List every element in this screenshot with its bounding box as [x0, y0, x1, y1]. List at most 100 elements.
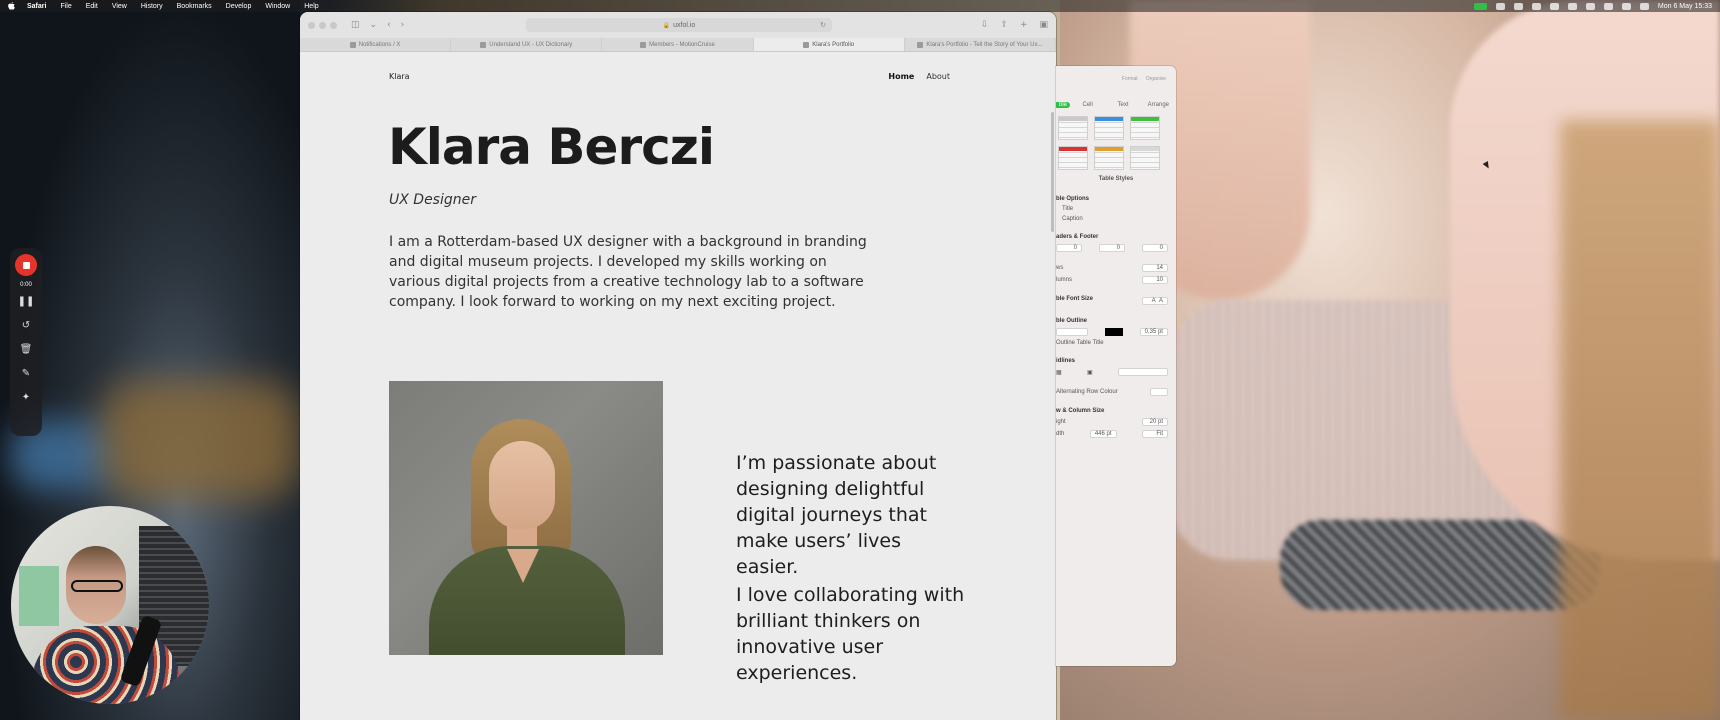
menu-bar-clock[interactable]: Mon 6 May 15:33 [1658, 3, 1712, 10]
table-style-swatch[interactable] [1058, 146, 1088, 170]
page-scrollbar[interactable] [1051, 112, 1054, 232]
dropbox-icon[interactable] [1513, 2, 1523, 10]
tab-members[interactable]: Members - MotionCruise [602, 38, 754, 51]
sidebar-icon[interactable]: ◫ [351, 20, 360, 30]
header-rows-stepper[interactable]: 0 [1056, 244, 1082, 252]
menu-file[interactable]: File [60, 3, 71, 10]
webcam-bubble[interactable] [11, 506, 209, 704]
menu-bar-status-area: Mon 6 May 15:33 [1473, 2, 1712, 10]
nav-about-link[interactable]: About [926, 72, 950, 81]
site-brand-link[interactable]: Klara [389, 72, 410, 81]
menu-edit[interactable]: Edit [86, 3, 98, 10]
download-icon[interactable]: ⇩ [981, 20, 989, 30]
table-style-swatch[interactable] [1058, 116, 1088, 140]
minimize-window-button[interactable] [319, 21, 326, 29]
columns-stepper[interactable]: 10 [1142, 276, 1168, 284]
restart-icon[interactable]: ↺ [22, 320, 30, 332]
table-style-swatch[interactable] [1130, 116, 1160, 140]
hero-name: Klara Berczi [388, 118, 715, 176]
gridlines-outer-icon[interactable]: ▣ [1087, 369, 1093, 376]
wifi-icon[interactable] [1603, 2, 1613, 10]
tab-bar: Notifications / X Understand UX - UX Dic… [300, 38, 1056, 52]
search-icon[interactable] [1621, 2, 1631, 10]
menu-history[interactable]: History [141, 3, 163, 10]
apple-icon[interactable] [8, 2, 15, 10]
facetime-icon[interactable] [1473, 2, 1487, 10]
table-style-swatch[interactable] [1130, 146, 1160, 170]
share-icon[interactable]: ⇧ [1000, 20, 1008, 30]
menu-develop[interactable]: Develop [226, 3, 252, 10]
gridlines-inner-icon[interactable]: ▦ [1056, 369, 1062, 376]
row-column-size-heading: w & Column Size [1056, 408, 1105, 414]
title-option[interactable]: Title [1056, 206, 1176, 212]
nav-home-link[interactable]: Home [888, 72, 914, 81]
address-bar[interactable]: 🔒 uxfol.io ↻ [526, 18, 832, 32]
back-icon[interactable]: ‹ [387, 20, 391, 30]
increase-font-button[interactable]: A [1159, 298, 1163, 304]
bolt-icon[interactable] [1531, 2, 1541, 10]
trash-icon[interactable]: 🗑 [20, 344, 33, 356]
table-font-size-control: ble Font Size A A [1056, 296, 1176, 306]
screen-icon[interactable] [1549, 2, 1559, 10]
chevron-down-icon[interactable]: ⌄ [370, 20, 378, 30]
tab-text[interactable]: Text [1105, 102, 1140, 108]
format-tool[interactable]: Format [1122, 76, 1138, 100]
rows-stepper[interactable]: 14 [1142, 264, 1168, 272]
forward-icon[interactable]: › [401, 20, 405, 30]
inspector-toolbar: Format Organise [1056, 66, 1176, 100]
row-height-field[interactable]: 20 pt [1142, 418, 1168, 426]
reload-icon[interactable]: ↻ [820, 21, 826, 29]
favicon-icon [480, 41, 487, 48]
menu-bar: Safari File Edit View History Bookmarks … [0, 0, 1720, 12]
record-status-icon[interactable] [1495, 2, 1505, 10]
pause-icon[interactable]: ❚❚ [18, 296, 35, 308]
stroke-width-field[interactable]: 0,35 pt [1139, 328, 1168, 336]
x-favicon-icon [349, 41, 356, 48]
table-style-swatch[interactable] [1094, 146, 1124, 170]
stroke-color-swatch[interactable] [1104, 328, 1123, 336]
alternating-row-colour-control: Alternating Row Colour [1056, 388, 1176, 396]
stroke-style-select[interactable] [1056, 328, 1088, 336]
table-styles-label: Table Styles [1098, 176, 1134, 182]
column-width-field[interactable]: 446 pt [1089, 430, 1117, 438]
table-style-swatch[interactable] [1094, 116, 1124, 140]
tab-arrange[interactable]: Arrange [1141, 102, 1176, 108]
menu-bookmarks[interactable]: Bookmarks [177, 3, 212, 10]
organise-tool[interactable]: Organise [1146, 76, 1166, 100]
column-width-label: dth [1056, 431, 1065, 437]
menu-help[interactable]: Help [304, 3, 318, 10]
gridlines-options[interactable] [1118, 368, 1168, 376]
tab-klaras-portfolio[interactable]: Klara's Portfolio [753, 38, 905, 51]
caption-option[interactable]: Caption [1056, 216, 1176, 222]
tab-notifications[interactable]: Notifications / X [300, 38, 452, 51]
tab-cell[interactable]: Cell [1070, 102, 1105, 108]
battery-icon[interactable] [1585, 2, 1595, 10]
tab-overview-icon[interactable]: ▣ [1039, 20, 1048, 30]
rows-label: ws [1056, 265, 1064, 271]
wallpaper-blur-warm [100, 380, 300, 500]
collaboration-statement: I love collaborating with brilliant thin… [736, 584, 965, 684]
tab-klaras-portfolio-story[interactable]: Klara's Portfolio - Tell the Story of Yo… [905, 38, 1056, 51]
menu-window[interactable]: Window [265, 3, 290, 10]
effects-icon[interactable]: ✦ [22, 392, 30, 404]
outline-row: 0,35 pt [1056, 328, 1176, 336]
menu-safari[interactable]: Safari [27, 3, 46, 10]
stop-recording-button[interactable] [15, 254, 37, 276]
new-tab-icon[interactable]: + [1020, 20, 1028, 30]
footer-rows-stepper[interactable]: 0 [1142, 244, 1168, 252]
alternating-row-colour-swatch[interactable] [1150, 388, 1168, 396]
menu-view[interactable]: View [112, 3, 127, 10]
pen-icon[interactable]: ✎ [22, 368, 30, 380]
outline-title-option[interactable]: Outline Table Title [1056, 340, 1176, 346]
decrease-font-button[interactable]: A [1152, 298, 1156, 304]
control-center-icon[interactable] [1639, 2, 1649, 10]
tab-table[interactable]: ble [1056, 102, 1070, 108]
zoom-window-button[interactable] [330, 21, 337, 29]
gridlines-heading: idlines [1056, 358, 1076, 364]
tab-ux-dictionary[interactable]: Understand UX - UX Dictionary [451, 38, 603, 51]
header-columns-stepper[interactable]: 0 [1099, 244, 1125, 252]
fit-button[interactable]: Fit [1142, 430, 1168, 438]
close-window-button[interactable] [308, 21, 315, 29]
bluetooth-icon[interactable] [1567, 2, 1577, 10]
font-size-buttons[interactable]: A A [1142, 297, 1168, 305]
